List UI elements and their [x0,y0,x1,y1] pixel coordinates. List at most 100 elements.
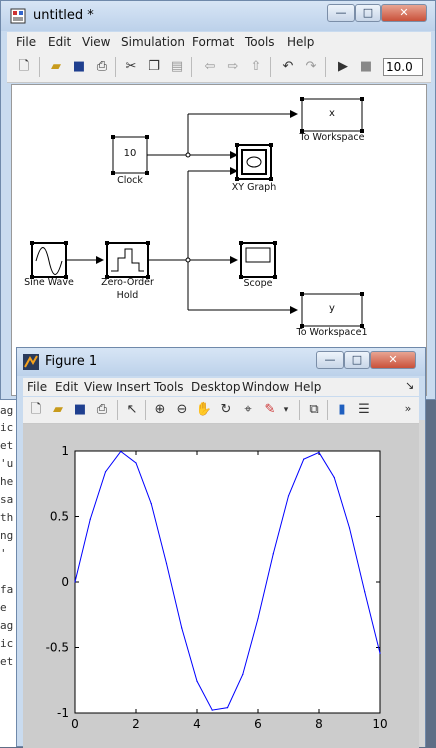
menu-desktop[interactable]: Desktop [191,380,241,394]
y-tick-label: -0.5 [46,641,69,655]
matlab-figure-icon [23,354,39,370]
x-tick-label: 6 [254,717,262,731]
menu-simulation[interactable]: Simulation [121,35,185,49]
save-figure-icon[interactable]: ■ [71,401,89,419]
open-file-icon[interactable]: ▰ [49,401,67,419]
open-icon[interactable]: ▰ [47,58,65,76]
x-tick-label: 10 [372,717,387,731]
new-figure-icon[interactable]: 🗋 [27,401,45,419]
forward-icon[interactable]: ⇨ [224,58,242,76]
menu-format[interactable]: Format [192,35,234,49]
close-button[interactable]: ✕ [370,351,416,369]
link-plot-icon[interactable]: ⧉ [305,401,323,419]
menu-help[interactable]: Help [287,35,314,49]
dock-arrow-icon[interactable]: ↘ [405,379,414,392]
data-point [181,627,183,629]
data-point [150,503,152,505]
menu-help[interactable]: Help [294,380,321,394]
terminal-line: he [0,475,14,488]
cut-icon[interactable]: ✂ [122,58,140,76]
colorbar-icon[interactable]: ▮ [333,401,351,419]
data-point [89,518,91,520]
data-cursor-icon[interactable]: ⌖ [239,401,257,419]
brush-dropdown-icon[interactable]: ▾ [277,401,295,419]
sine-wave-label: Sine Wave [24,277,74,288]
x-tick-label: 4 [193,717,201,731]
data-point [165,562,168,565]
legend-icon[interactable]: ☰ [355,401,373,419]
undo-icon[interactable]: ↶ [279,58,297,76]
plot-area: 0 2 4 6 8 10 1 0.5 0 -0.5 -1 [46,444,388,731]
paste-icon[interactable]: ▤ [168,58,186,76]
y-tick-label: -1 [57,706,69,720]
menu-tools[interactable]: Tools [245,35,275,49]
terminal-line: et [0,655,14,668]
data-point [242,673,244,676]
menu-file[interactable]: File [27,380,47,394]
up-icon[interactable]: ⇧ [247,58,265,76]
zoom-out-icon[interactable]: ⊖ [173,401,191,419]
toolbar-separator [325,57,326,77]
toolbar-overflow-icon[interactable]: » [399,400,417,418]
figure-canvas[interactable]: 0 2 4 6 8 10 1 0.5 0 -0.5 -1 [23,424,419,748]
rotate-3d-icon[interactable]: ↻ [217,401,235,419]
data-point [333,476,335,479]
window-title: untitled * [33,8,94,23]
figure-titlebar[interactable]: Figure 1 — □ ✕ [17,348,425,376]
scrollbar[interactable] [419,420,425,747]
to-workspace-label: To Workspace [299,132,365,143]
zoh-label: Zero-Order [101,277,154,288]
terminal-line: ag [0,619,14,632]
maximize-button[interactable]: □ [344,351,370,369]
data-point [104,471,107,473]
menu-view[interactable]: View [84,380,112,394]
terminal-line: 'u [0,457,14,470]
x-tick-label: 2 [132,717,140,731]
print-icon[interactable]: ⎙ [93,58,111,76]
branch-point [185,152,191,158]
start-simulation-icon[interactable]: ▶ [334,58,352,76]
menu-file[interactable]: File [16,35,36,49]
data-point [272,553,274,555]
terminal-line: e [0,601,7,614]
minimize-button[interactable]: — [316,351,344,369]
simulink-app-icon [10,8,26,24]
back-icon[interactable]: ⇦ [201,58,219,76]
x-tick-label: 0 [71,717,79,731]
pan-icon[interactable]: ✋ [195,401,213,419]
simulink-titlebar[interactable]: untitled * — □ ✕ [1,1,435,31]
minimize-button[interactable]: — [327,4,355,22]
maximize-button[interactable]: □ [355,4,381,22]
new-icon[interactable]: 🗋 [15,58,33,76]
menu-window[interactable]: Window [242,380,289,394]
toolbar-separator [299,400,300,420]
terminal-line: fa [0,583,14,596]
edit-plot-icon[interactable]: ↖ [123,401,141,419]
scope-label: Scope [243,278,273,289]
menu-insert[interactable]: Insert [116,380,150,394]
print-figure-icon[interactable]: ⎙ [93,401,111,419]
terminal-line: sa [0,493,14,506]
redo-icon[interactable]: ↷ [302,58,320,76]
data-point [303,458,305,460]
scope-icon [245,247,271,263]
toolbar-separator [115,57,116,77]
axes-box [74,450,381,714]
menu-tools[interactable]: Tools [154,380,184,394]
copy-icon[interactable]: ❐ [145,58,163,76]
stop-time-input[interactable] [383,58,423,76]
zoom-in-icon[interactable]: ⊕ [151,401,169,419]
to-workspace1-var: y [329,303,335,314]
save-icon[interactable]: ■ [70,58,88,76]
data-point [287,495,290,497]
zero-order-hold-block [106,242,149,278]
menu-view[interactable]: View [82,35,110,49]
data-point [226,707,229,709]
terminal-line: ic [0,637,14,650]
menu-edit[interactable]: Edit [55,380,78,394]
close-button[interactable]: ✕ [381,4,427,22]
simulink-window: untitled * — □ ✕ File Edit View Simulati… [0,0,436,400]
toolbar-separator [145,400,146,420]
stop-simulation-icon[interactable]: ■ [357,58,375,76]
menu-edit[interactable]: Edit [48,35,71,49]
